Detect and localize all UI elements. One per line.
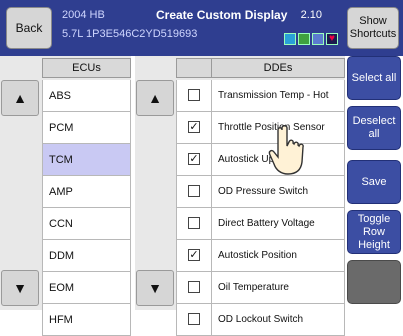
ecu-item-amp[interactable]: AMP [42,176,131,208]
deselect-all-button[interactable]: Deselect all [347,106,401,150]
dde-item[interactable]: Oil Temperature [211,272,345,304]
ecu-scroll-down-button[interactable]: ▼ [1,270,39,306]
vehicle-vin: 5.7L 1P3E546C2YD519693 [62,28,198,40]
checkbox-column-header [176,58,212,78]
empty-button [347,260,401,304]
ecu-scroll-up-button[interactable]: ▲ [1,80,39,116]
select-all-button[interactable]: Select all [347,56,401,100]
checkbox-unchecked[interactable] [188,217,200,229]
ecu-item-tcm[interactable]: TCM [42,144,131,176]
ecu-item-hfm[interactable]: HFM [42,304,131,336]
page-title: Create Custom Display [156,8,288,22]
dde-item[interactable]: Transmission Temp - Hot [211,80,345,112]
ecu-item-pcm[interactable]: PCM [42,112,131,144]
back-button[interactable]: Back [6,7,52,49]
vehicle-year-model: 2004 HB [62,9,105,21]
ecu-scrollbar[interactable]: ▲ ▼ [0,56,40,310]
save-button[interactable]: Save [347,160,401,204]
checkbox-checked[interactable]: ✓ [188,249,200,261]
ecu-column-header: ECUs [42,58,131,78]
status-icons: ♥ [284,33,338,45]
ecu-item-ddm[interactable]: DDM [42,240,131,272]
dde-scrollbar[interactable]: ▲ ▼ [135,56,175,310]
dde-scroll-down-button[interactable]: ▼ [136,270,174,306]
checkbox-checked[interactable]: ✓ [188,153,200,165]
battery-icon [284,33,296,45]
dde-checkbox-cell[interactable] [176,272,212,304]
checkbox-unchecked[interactable] [188,313,200,325]
version-label: 2.10 [300,9,322,21]
ecu-item-abs[interactable]: ABS [42,80,131,112]
dde-item[interactable]: Autostick Position [211,240,345,272]
dde-checkbox-cell[interactable]: ✓ [176,144,212,176]
checkbox-unchecked[interactable] [188,281,200,293]
dde-column-header: DDEs [211,58,345,78]
dde-item[interactable]: OD Pressure Switch [211,176,345,208]
dde-checkbox-cell[interactable] [176,80,212,112]
heart-icon: ♥ [326,33,338,45]
toggle-row-height-button[interactable]: Toggle Row Height [347,210,401,254]
pointer-hand-icon [268,125,304,175]
dde-checkbox-cell[interactable] [176,304,212,336]
ecu-panel: ▲ ▼ ECUs ABS PCM TCM AMP CCN DDM EOM HFM [0,56,131,336]
dde-panel: ▲ ▼ DDEs Transmission Temp - Hot ✓ Throttl… [135,56,345,336]
connection-icon [298,33,310,45]
ecu-item-eom[interactable]: EOM [42,272,131,304]
dde-checkbox-cell[interactable]: ✓ [176,240,212,272]
dde-checkbox-cell[interactable]: ✓ [176,112,212,144]
checkbox-checked[interactable]: ✓ [188,121,200,133]
dde-scroll-up-button[interactable]: ▲ [136,80,174,116]
dde-item[interactable]: Direct Battery Voltage [211,208,345,240]
vehicle-icon [312,33,324,45]
dde-checkbox-cell[interactable] [176,176,212,208]
checkbox-unchecked[interactable] [188,89,200,101]
vehicle-info: 2004 HB 5.7L 1P3E546C2YD519693 Create Cu… [58,6,340,50]
ecu-item-ccn[interactable]: CCN [42,208,131,240]
show-shortcuts-button[interactable]: Show Shortcuts [347,7,399,49]
dde-checkbox-cell[interactable] [176,208,212,240]
checkbox-unchecked[interactable] [188,185,200,197]
header-bar: Back 2004 HB 5.7L 1P3E546C2YD519693 Crea… [0,0,403,56]
dde-item[interactable]: OD Lockout Switch [211,304,345,336]
